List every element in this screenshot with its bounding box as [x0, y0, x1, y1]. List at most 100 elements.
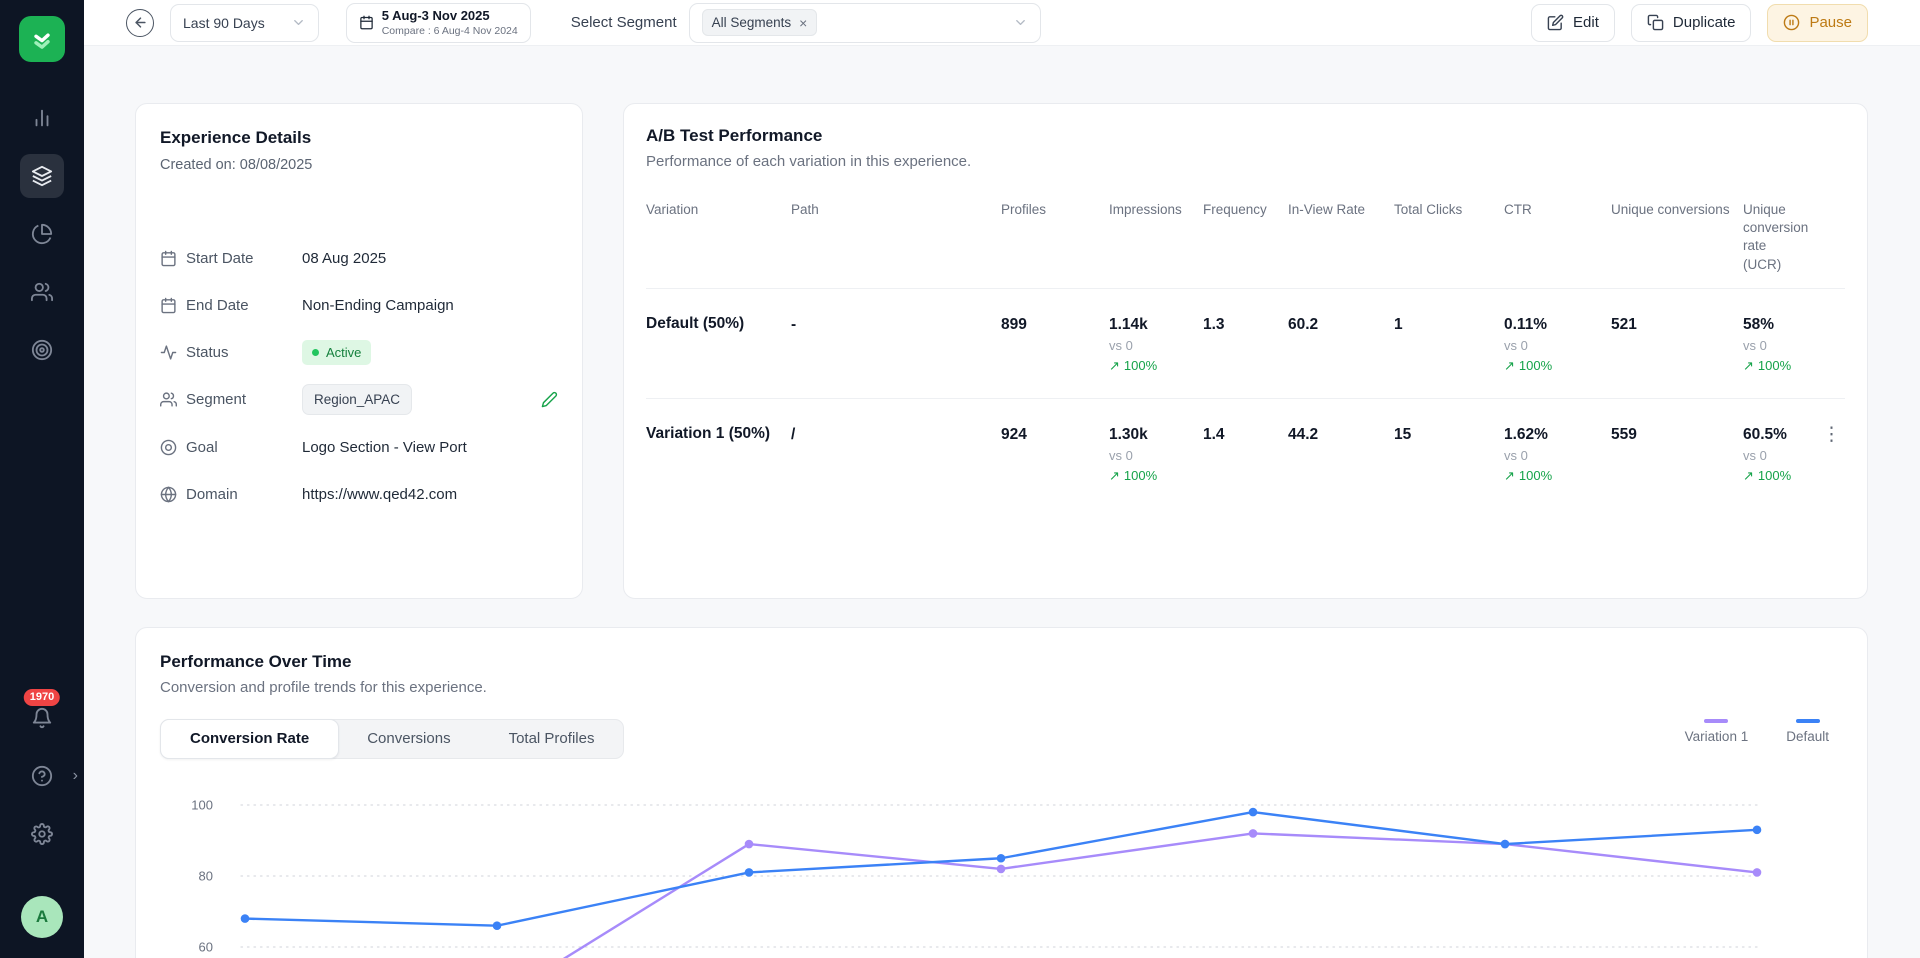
field-label: Goal	[186, 439, 218, 456]
impressions-cell: 1.30k vs 0 ↗100%	[1109, 425, 1203, 483]
path-cell: /	[791, 425, 1001, 483]
field-label: Domain	[186, 486, 238, 503]
trend-up-icon: ↗	[1743, 358, 1754, 373]
arrow-left-icon	[133, 15, 148, 30]
notification-badge: 1970	[23, 688, 61, 707]
edit-button-label: Edit	[1573, 14, 1599, 31]
svg-text:60: 60	[199, 940, 213, 955]
edit-segment-button[interactable]	[541, 391, 558, 408]
col-header: Unique conversions	[1611, 201, 1743, 274]
field-goal: Goal Logo Section - View Port	[160, 432, 558, 462]
users-icon	[31, 281, 53, 303]
tab-total-profiles[interactable]: Total Profiles	[480, 720, 624, 758]
performance-title: Performance Over Time	[160, 652, 1843, 672]
variation-name: Variation 1 (50%)	[646, 425, 791, 483]
close-icon[interactable]: ×	[799, 16, 807, 30]
path-cell: -	[791, 315, 1001, 373]
table-row: Default (50%) - 899 1.14k vs 0 ↗100% 1.3…	[646, 288, 1845, 398]
impressions-cell: 1.14k vs 0 ↗100%	[1109, 315, 1203, 373]
app-logo[interactable]	[19, 16, 65, 62]
ab-test-title: A/B Test Performance	[646, 126, 1845, 146]
settings-button[interactable]	[20, 812, 64, 856]
field-label: Segment	[186, 391, 246, 408]
table-row: Variation 1 (50%) / 924 1.30k vs 0 ↗100%…	[646, 398, 1845, 508]
line-chart: 1008060	[160, 778, 1843, 958]
edit-button[interactable]: Edit	[1531, 4, 1615, 42]
segment-select[interactable]: All Segments ×	[689, 3, 1041, 43]
col-header: Impressions	[1109, 201, 1203, 274]
copy-icon	[1647, 14, 1664, 31]
segment-value-chip[interactable]: Region_APAC	[302, 384, 412, 415]
legend-default: Default	[1786, 719, 1829, 744]
duplicate-button-label: Duplicate	[1673, 14, 1736, 31]
col-header: In-View Rate	[1288, 201, 1394, 274]
sidebar-bottom: 1970 › A	[20, 696, 64, 938]
profiles-cell: 899	[1001, 315, 1109, 373]
ab-test-table: Variation Path Profiles Impressions Freq…	[646, 201, 1845, 508]
trend-up-icon: ↗	[1109, 358, 1120, 373]
duplicate-button[interactable]: Duplicate	[1631, 4, 1752, 42]
back-button[interactable]	[126, 9, 154, 37]
sidebar-nav	[20, 96, 64, 372]
activity-icon	[160, 344, 177, 361]
unique-conversions-cell: 521	[1611, 315, 1743, 373]
help-button[interactable]	[20, 754, 64, 798]
start-date-value: 08 Aug 2025	[302, 250, 386, 267]
calendar-icon	[359, 15, 374, 30]
field-label: Start Date	[186, 250, 254, 267]
ab-test-subtitle: Performance of each variation in this ex…	[646, 153, 1845, 171]
pie-chart-icon	[31, 223, 53, 245]
pencil-icon	[541, 391, 558, 408]
performance-over-time-card: Performance Over Time Conversion and pro…	[135, 627, 1868, 958]
sidebar-item-goals[interactable]	[20, 328, 64, 372]
created-on-text: Created on: 08/08/2025	[160, 157, 558, 173]
field-start-date: Start Date 08 Aug 2025	[160, 243, 558, 273]
gear-icon	[31, 823, 53, 845]
variation-name: Default (50%)	[646, 315, 791, 373]
layers-icon	[31, 165, 53, 187]
target-icon	[160, 439, 177, 456]
brand-mark-icon	[29, 26, 55, 52]
user-avatar[interactable]: A	[21, 896, 63, 938]
legend-swatch-purple	[1704, 719, 1728, 723]
frequency-cell: 1.3	[1203, 315, 1288, 373]
sidebar-item-analytics[interactable]	[20, 96, 64, 140]
time-range-select[interactable]: Last 90 Days	[170, 4, 319, 42]
sidebar-item-experiences[interactable]	[20, 154, 64, 198]
experience-details-title: Experience Details	[160, 128, 558, 148]
table-header-row: Variation Path Profiles Impressions Freq…	[646, 201, 1845, 288]
total-clicks-cell: 15	[1394, 425, 1504, 483]
profiles-cell: 924	[1001, 425, 1109, 483]
goal-value: Logo Section - View Port	[302, 439, 467, 456]
field-end-date: End Date Non-Ending Campaign	[160, 290, 558, 320]
col-header: Total Clicks	[1394, 201, 1504, 274]
ab-test-card: A/B Test Performance Performance of each…	[623, 103, 1868, 599]
bar-chart-icon	[31, 107, 53, 129]
chart-tabs: Conversion Rate Conversions Total Profil…	[160, 719, 624, 759]
date-range-picker[interactable]: 5 Aug-3 Nov 2025 Compare : 6 Aug-4 Nov 2…	[346, 3, 531, 43]
domain-value: https://www.qed42.com	[302, 486, 457, 503]
row-actions-kebab[interactable]: ⋮	[1818, 425, 1845, 444]
experience-details-card: Experience Details Created on: 08/08/202…	[135, 103, 583, 599]
legend-swatch-blue	[1796, 719, 1820, 723]
chevron-down-icon	[291, 15, 306, 30]
col-header: Path	[791, 201, 1001, 274]
frequency-cell: 1.4	[1203, 425, 1288, 483]
bell-icon	[31, 707, 53, 729]
tab-conversion-rate[interactable]: Conversion Rate	[160, 719, 339, 759]
sidebar-item-audiences[interactable]	[20, 270, 64, 314]
expand-sidebar-chevron-icon[interactable]: ›	[73, 768, 78, 784]
end-date-value: Non-Ending Campaign	[302, 297, 454, 314]
sidebar-item-reports[interactable]	[20, 212, 64, 256]
pause-button[interactable]: Pause	[1767, 4, 1868, 42]
top-header: Last 90 Days 5 Aug-3 Nov 2025 Compare : …	[84, 0, 1920, 46]
sidebar: 1970 › A	[0, 0, 84, 958]
col-header: Variation	[646, 201, 791, 274]
calendar-icon	[160, 297, 177, 314]
help-circle-icon	[31, 765, 53, 787]
ucr-cell: 58% vs 0 ↗100%	[1743, 315, 1813, 373]
tab-conversions[interactable]: Conversions	[338, 720, 479, 758]
trend-up-icon: ↗	[1504, 468, 1515, 483]
pause-circle-icon	[1783, 14, 1800, 31]
notifications-button[interactable]: 1970	[20, 696, 64, 740]
